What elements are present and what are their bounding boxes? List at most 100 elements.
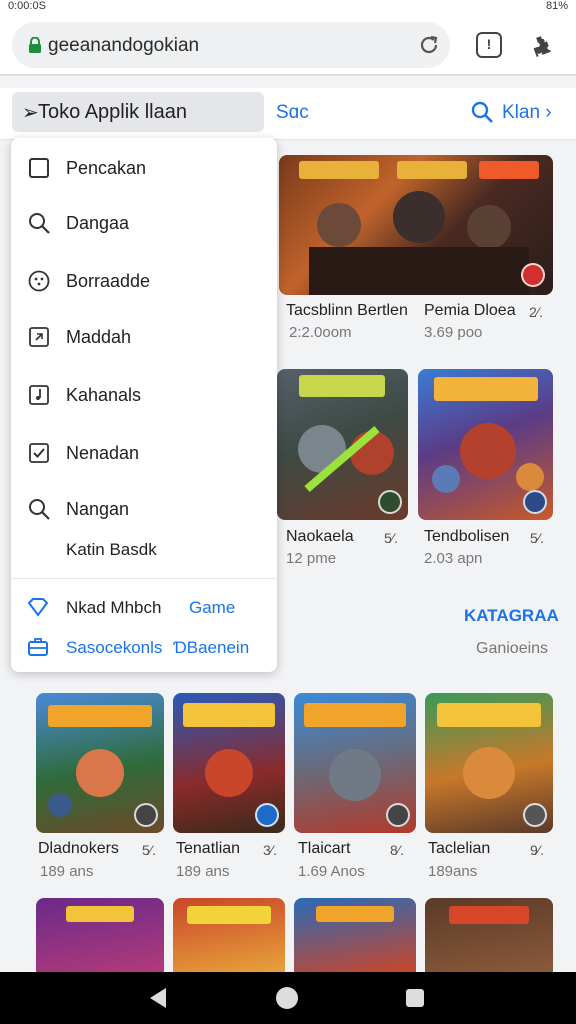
briefcase-icon [28, 638, 48, 656]
game-card-image[interactable] [36, 693, 164, 833]
game-meta: 1.69 Anos [298, 863, 365, 880]
home-icon[interactable] [276, 987, 298, 1009]
puzzle-icon[interactable] [530, 32, 556, 58]
game-card-image[interactable] [173, 898, 285, 972]
search-icon [29, 213, 50, 234]
game-badge-icon [523, 803, 547, 827]
menu-item-kahanals[interactable]: Kahanals [11, 374, 277, 414]
menu-item-nangan[interactable]: Nangan [11, 488, 277, 528]
game-art [66, 906, 134, 922]
menu-sub-label[interactable]: Katin Basdk [66, 540, 157, 560]
section-subtitle: Ganioeins [476, 640, 549, 657]
square-arrow-icon [29, 327, 49, 347]
game-title: Tendbolisen [424, 528, 510, 545]
game-meta: 189ans [428, 863, 478, 880]
game-rating: 9⁄. [530, 842, 545, 858]
status-time: 0:00:0S [8, 0, 46, 12]
store-menu-button[interactable]: ➢ Toko Applik llaan [12, 92, 264, 132]
game-title: Tenatlian [176, 840, 241, 857]
featured-title: Tacsblinn Bertlen [286, 302, 408, 319]
game-card-image[interactable] [294, 898, 416, 972]
search-icon [29, 499, 50, 520]
featured-title: Pemia Dloea [424, 302, 516, 319]
menu-item-label: Nangan [66, 499, 130, 519]
game-card-image[interactable] [425, 693, 553, 833]
menu-item-nenadan[interactable]: Nenadan [11, 432, 277, 472]
featured-meta: 3.69 poo [424, 324, 483, 341]
game-rating: 5⁄. [142, 842, 157, 858]
game-rating: 5⁄. [530, 530, 545, 546]
menu-item-label: Dangaa [66, 213, 130, 233]
menu-footer-tag[interactable]: ƊBaenein [173, 638, 249, 658]
settings-circle-icon [28, 270, 50, 292]
tabs-icon[interactable]: ! [476, 32, 502, 58]
game-card-image[interactable] [36, 898, 164, 972]
menu-item-pencakan[interactable]: Pencakan [11, 147, 277, 187]
address-bar[interactable]: geeanandogokian [12, 22, 450, 68]
game-card-image[interactable] [277, 369, 408, 520]
menu-item-dangaa[interactable]: Dangaa [11, 202, 277, 242]
menu-divider [11, 578, 277, 579]
menu-item-label: Kahanals [66, 385, 142, 405]
system-nav-bar [0, 972, 576, 1024]
menu-item-label: Nenadan [66, 443, 140, 463]
section-title[interactable]: KATAGRAA [464, 606, 559, 626]
featured-meta: 2:2.0oom [289, 324, 352, 341]
menu-item-maddah[interactable]: Maddah [11, 316, 277, 356]
featured-rating: 2⁄. [529, 304, 544, 320]
menu-item-label: Pencakan [66, 158, 147, 178]
checkbox-checked-icon [29, 443, 49, 463]
reload-icon[interactable] [418, 34, 440, 56]
store-dropdown-menu: Pencakan Dangaa Borraadde Maddah Kahanal… [11, 138, 277, 672]
menu-footer-item[interactable]: Sasocekonls ƊBaenein [11, 632, 277, 662]
game-meta: 2.03 apn [424, 550, 483, 567]
game-rating: 8⁄. [390, 842, 405, 858]
search-icon[interactable] [470, 100, 494, 124]
menu-item-label: Maddah [66, 327, 132, 347]
store-header: ➢ Toko Applik llaan Sɑc Klan › [0, 88, 576, 140]
game-badge-icon [521, 263, 545, 287]
url-text[interactable]: geeanandogokian [48, 35, 199, 57]
recents-icon[interactable] [406, 989, 424, 1007]
game-title: Dladnokers [38, 840, 119, 857]
header-right-link[interactable]: Klan › [502, 102, 552, 124]
game-tag-link[interactable]: Game [189, 598, 235, 618]
game-rating: 3⁄. [263, 842, 278, 858]
back-icon[interactable] [150, 988, 166, 1008]
game-art [187, 906, 271, 924]
lock-icon [29, 37, 41, 53]
game-art [316, 906, 394, 922]
game-badge-icon [255, 803, 279, 827]
game-badge-icon [523, 490, 547, 514]
square-music-icon [29, 385, 49, 405]
menu-footer-label: Nkad Mhbch [66, 598, 162, 617]
game-badge-icon [378, 490, 402, 514]
menu-footer-item[interactable]: Nkad Mhbch Game [11, 592, 277, 622]
game-meta: 189 ans [40, 863, 94, 880]
game-title: Taclelian [428, 840, 491, 857]
featured-banner[interactable] [279, 155, 553, 295]
checkbox-empty-icon [29, 158, 49, 178]
store-title: Toko Applik llaan [38, 101, 187, 123]
menu-item-borraadde[interactable]: Borraadde [11, 260, 277, 300]
game-meta: 12 pme [286, 550, 337, 567]
header-tab[interactable]: Sɑc [276, 102, 309, 124]
game-badge-icon [386, 803, 410, 827]
menu-footer-label: Sasocekonls [66, 638, 163, 657]
game-card-image[interactable] [173, 693, 285, 833]
battery-level: 81% [545, 0, 568, 12]
banner-art [299, 161, 539, 295]
game-card-image[interactable] [294, 693, 416, 833]
game-title: Naokaela [286, 528, 354, 545]
menu-arrow-icon: ➢ [22, 102, 39, 124]
game-meta: 189 ans [176, 863, 230, 880]
status-bar: 0:00:0S 81% [0, 0, 576, 14]
game-art [449, 906, 529, 924]
game-card-image[interactable] [418, 369, 553, 520]
game-card-image[interactable] [425, 898, 553, 972]
game-rating: 5⁄. [384, 530, 399, 546]
game-title: Tlaicart [298, 840, 351, 857]
diamond-icon [27, 598, 49, 617]
menu-item-label: Borraadde [66, 271, 151, 291]
game-badge-icon [134, 803, 158, 827]
